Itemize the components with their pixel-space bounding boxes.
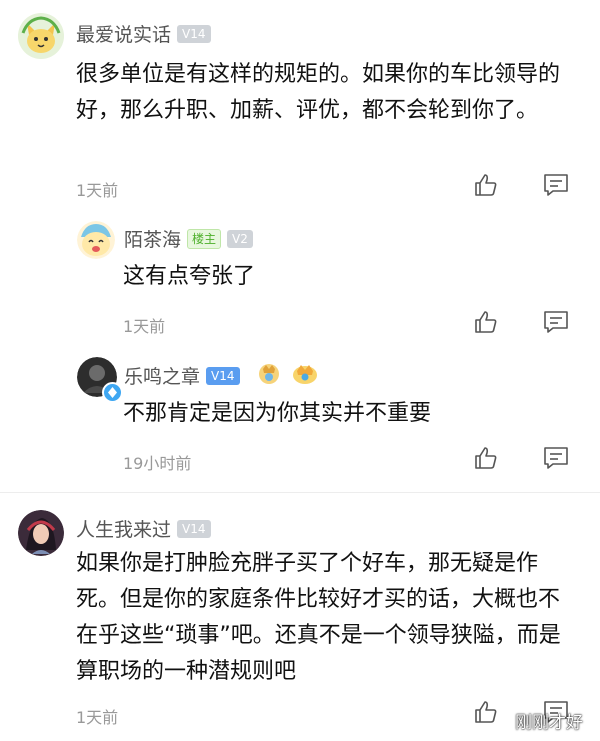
comment-username[interactable]: 人生我来过 V14 (76, 515, 211, 542)
username-text[interactable]: 乐鸣之章 (124, 366, 200, 388)
comment-icon (544, 174, 568, 196)
like-button[interactable] (473, 445, 499, 475)
user-avatar[interactable] (18, 510, 64, 556)
like-button[interactable] (473, 309, 499, 339)
username-text[interactable]: 陌茶海 (124, 229, 181, 251)
comment-text: 如果你是打肿脸充胖子买了个好车，那无疑是作死。但是你的家庭条件比较好才买的话，大… (76, 551, 561, 684)
level-badge: V14 (177, 520, 211, 538)
medal-icon (257, 361, 281, 389)
reply-button[interactable] (543, 445, 569, 475)
crown-icon (292, 361, 318, 389)
reply-text: 这有点夸张了 (123, 264, 256, 289)
reply-time: 1天前 (123, 317, 166, 336)
like-button[interactable] (473, 699, 499, 729)
reply-text: 不那肯定是因为你其实并不重要 (123, 401, 432, 426)
username-text[interactable]: 最爱说实话 (76, 24, 171, 46)
reply-button[interactable] (543, 309, 569, 339)
reply-username[interactable]: 乐鸣之章 V14 (124, 362, 240, 389)
level-badge: V2 (227, 230, 253, 248)
level-badge: V14 (206, 367, 240, 385)
like-button[interactable] (473, 172, 499, 202)
comment-text: 很多单位是有这样的规矩的。如果你的车比领导的好，那么升职、加薪、评优，都不会轮到… (76, 62, 561, 123)
reply-button[interactable] (543, 172, 569, 202)
reply-username[interactable]: 陌茶海 楼主 V2 (124, 225, 253, 252)
comment-username[interactable]: 最爱说实话 V14 (76, 20, 211, 47)
reply-avatar[interactable] (77, 221, 115, 259)
comment-divider (0, 492, 600, 493)
comment-time: 1天前 (76, 708, 119, 727)
verified-icon (102, 382, 123, 403)
comment-icon (544, 311, 568, 333)
level-badge: V14 (177, 25, 211, 43)
comment-icon (544, 447, 568, 469)
thumbs-up-icon (475, 447, 497, 469)
owner-badge: 楼主 (187, 229, 222, 249)
comment-time: 1天前 (76, 181, 119, 200)
watermark: 刚刚才好 (515, 713, 583, 733)
thumbs-up-icon (475, 311, 497, 333)
user-avatar[interactable] (18, 13, 64, 59)
thumbs-up-icon (475, 701, 497, 723)
thumbs-up-icon (475, 174, 497, 196)
username-text[interactable]: 人生我来过 (76, 519, 171, 541)
reply-time: 19小时前 (123, 454, 192, 473)
